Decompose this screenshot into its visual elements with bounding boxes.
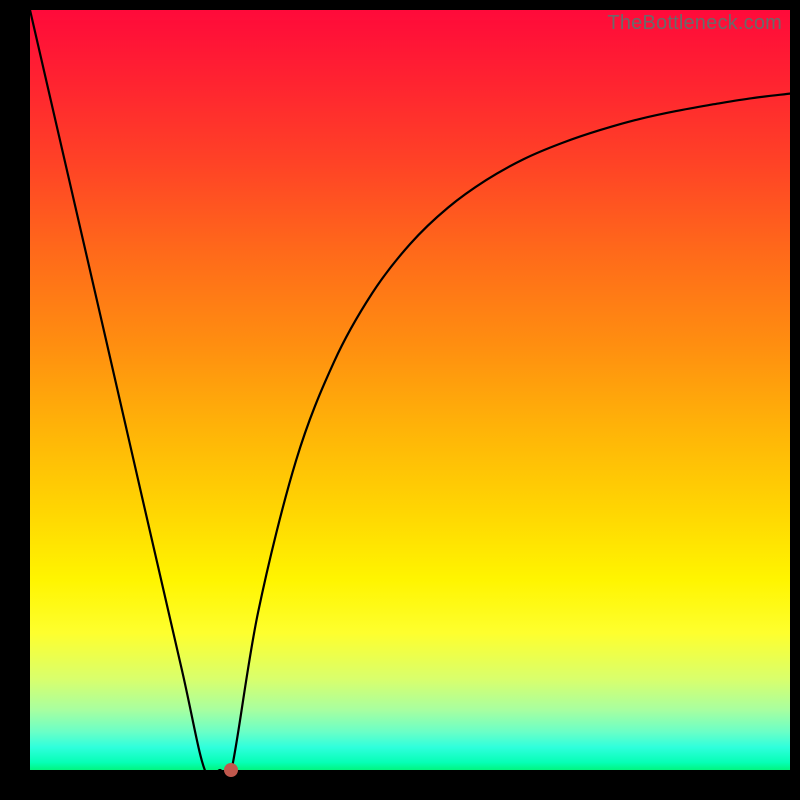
chart-plot-area: TheBottleneck.com [30,10,790,770]
optimal-point-marker [224,763,238,777]
chart-frame: TheBottleneck.com [0,0,800,800]
curve-path [30,10,790,770]
bottleneck-curve [30,10,790,770]
